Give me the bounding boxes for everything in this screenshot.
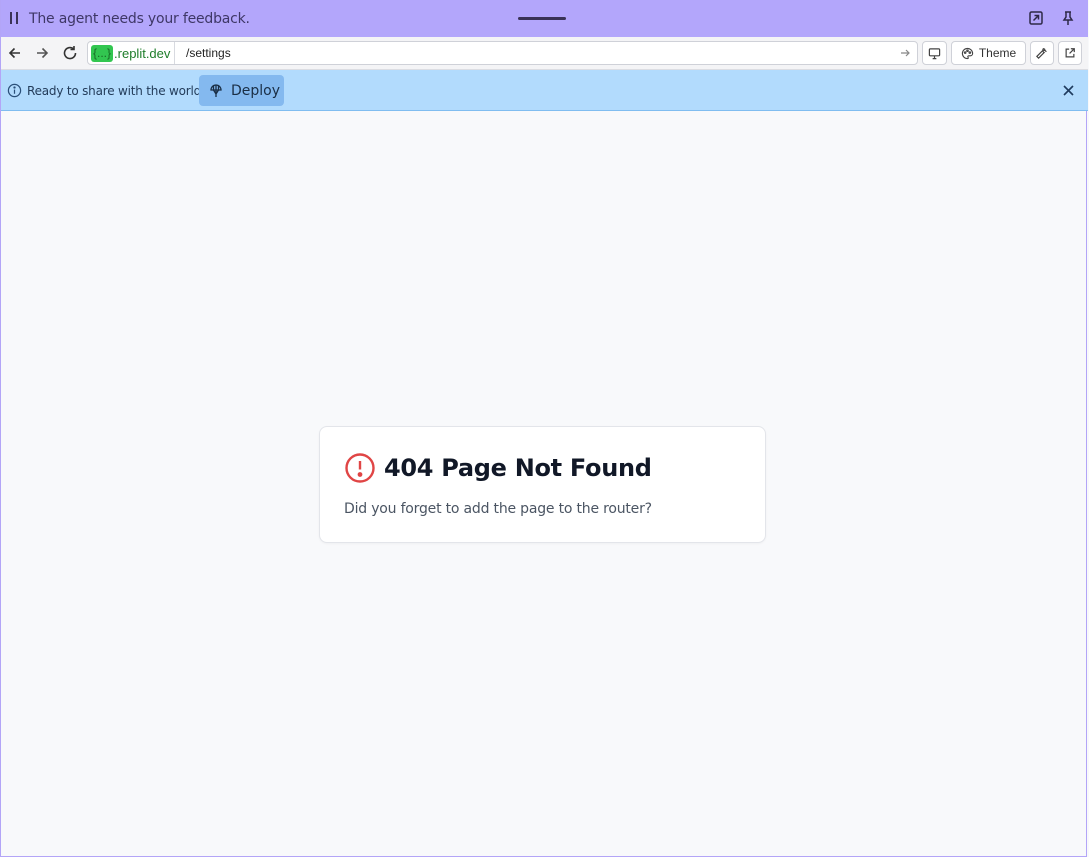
error-title: 404 Page Not Found: [384, 454, 652, 482]
forward-arrow-icon[interactable]: [33, 44, 51, 62]
agent-feedback-bar: The agent needs your feedback.: [1, 0, 1088, 37]
error-card: 404 Page Not Found Did you forget to add…: [319, 426, 766, 543]
device-preview-button[interactable]: [922, 41, 947, 65]
alert-circle-icon: [344, 452, 376, 484]
palette-icon: [961, 47, 973, 59]
theme-label: Theme: [978, 46, 1017, 60]
deploy-question: Ready to share with the world?: [27, 84, 208, 98]
theme-button[interactable]: Theme: [951, 41, 1026, 65]
external-link-icon: [1065, 48, 1075, 58]
agent-message: The agent needs your feedback.: [29, 11, 250, 27]
deploy-button[interactable]: Deploy: [199, 75, 284, 106]
back-arrow-icon[interactable]: [6, 44, 24, 62]
close-icon[interactable]: [1062, 84, 1075, 97]
deploy-icon: [208, 82, 224, 98]
url-domain: {...} .replit.dev: [88, 42, 176, 64]
browser-frame: The agent needs your feedback. {...} .re…: [0, 0, 1088, 857]
info-icon: [7, 83, 22, 98]
open-new-tab-button[interactable]: [1058, 41, 1082, 65]
expand-icon[interactable]: [1028, 10, 1044, 26]
pause-icon[interactable]: [10, 12, 19, 24]
reload-icon[interactable]: [61, 44, 79, 62]
drag-handle[interactable]: [518, 17, 566, 20]
deploy-banner: Ready to share with the world? Deploy: [1, 70, 1088, 111]
devtools-button[interactable]: [1030, 41, 1054, 65]
go-arrow-icon[interactable]: [899, 47, 911, 59]
deploy-label: Deploy: [231, 83, 281, 99]
pin-icon[interactable]: [1060, 10, 1076, 26]
wrench-icon: [1036, 48, 1047, 59]
url-domain-text: .replit.dev: [114, 45, 171, 61]
error-message: Did you forget to add the page to the ro…: [344, 501, 652, 517]
browser-toolbar: {...} .replit.dev /settings Theme: [1, 37, 1088, 70]
monitor-icon: [928, 47, 941, 59]
url-bar[interactable]: {...} .replit.dev /settings: [87, 41, 918, 65]
url-highlight: {...}: [91, 44, 114, 62]
url-path[interactable]: /settings: [186, 42, 231, 64]
